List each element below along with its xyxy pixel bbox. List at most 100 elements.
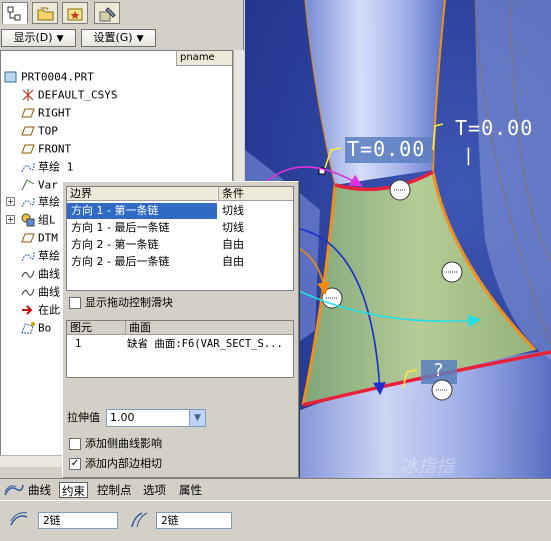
tree-item-curve-2[interactable]: 曲线 bbox=[21, 283, 60, 300]
boundary-cell: 方向 1 - 第一条链 bbox=[67, 203, 217, 219]
stretch-value-label: 拉伸值 bbox=[67, 411, 100, 424]
tab-constraints[interactable]: 约束 bbox=[59, 482, 88, 498]
watermark-text: 冰指指 bbox=[400, 456, 454, 477]
boundary-conditions-table: 边界 条件 方向 1 - 第一条链 切线 方向 1 - 最后一条链 切线 方向 … bbox=[66, 186, 294, 291]
tree-item-var-sweep[interactable]: Var bbox=[21, 176, 58, 193]
inner-edge-tangency-checkbox[interactable]: ✓ bbox=[69, 458, 81, 470]
column-header-boundary[interactable]: 边界 bbox=[67, 187, 217, 201]
model-tree-tab[interactable] bbox=[2, 2, 28, 24]
tree-item-curve-1[interactable]: 曲线 bbox=[21, 265, 60, 282]
table-row[interactable]: 方向 2 - 最后一条链 自由 bbox=[67, 254, 293, 271]
display-menu-label: 显示(D) bbox=[13, 31, 53, 44]
drag-handle bbox=[389, 179, 411, 201]
tree-item-top[interactable]: TOP bbox=[21, 122, 58, 139]
curve-influence-table: 图元 曲面 1 缺省 曲面:F6(VAR_SECT_S... bbox=[66, 320, 294, 378]
tree-item-label: Var bbox=[38, 178, 58, 192]
constraints-panel: 边界 条件 方向 1 - 第一条链 切线 方向 1 - 最后一条链 切线 方向 … bbox=[62, 181, 299, 478]
favorites-tab[interactable] bbox=[62, 2, 88, 24]
tree-item-sketch-2[interactable]: 草绘 bbox=[21, 193, 60, 210]
boundary-cell: 方向 1 - 最后一条链 bbox=[71, 221, 170, 234]
drag-handle bbox=[431, 379, 453, 401]
sketch-icon bbox=[21, 249, 35, 263]
part-icon bbox=[4, 70, 18, 84]
tree-item-label: 草绘 bbox=[38, 249, 60, 263]
t-value-label: T=0.00 bbox=[455, 116, 534, 140]
expand-toggle[interactable]: + bbox=[6, 215, 15, 224]
folder-browser-tab[interactable] bbox=[32, 2, 58, 24]
tree-item-label: DTM bbox=[38, 231, 58, 245]
tree-item-dtm[interactable]: DTM bbox=[21, 229, 58, 246]
tree-item-label: 草绘 bbox=[38, 195, 60, 209]
drag-handle bbox=[441, 261, 463, 283]
tree-item-label: TOP bbox=[38, 124, 58, 138]
datum-plane-icon bbox=[21, 124, 35, 138]
chevron-down-icon: ▼ bbox=[56, 34, 64, 44]
tree-item-label: 草绘 1 bbox=[38, 160, 74, 174]
dashboard-fields: 2链 2链 bbox=[0, 500, 551, 541]
column-header-surface[interactable]: 曲面 bbox=[125, 321, 293, 335]
sweep-icon bbox=[21, 178, 35, 192]
tree-item-label: 曲线 bbox=[38, 267, 60, 281]
tree-item-front[interactable]: FRONT bbox=[21, 140, 71, 157]
first-direction-chain-field[interactable]: 2链 bbox=[38, 512, 118, 529]
expand-toggle[interactable]: + bbox=[6, 197, 15, 206]
boundary-blend-icon bbox=[21, 321, 35, 335]
csys-icon bbox=[21, 88, 35, 102]
tab-curves[interactable]: 曲线 bbox=[28, 482, 51, 498]
sketch-icon bbox=[21, 195, 35, 209]
tree-item-sketch-3[interactable]: 草绘 bbox=[21, 247, 60, 264]
model-tree-icon bbox=[7, 6, 21, 21]
t-value-mark: ? bbox=[433, 360, 445, 381]
settings-menu-button[interactable]: 设置(G) ▼ bbox=[81, 29, 156, 47]
tree-item-label: PRT0004.PRT bbox=[21, 70, 94, 84]
tree-item-label: Bo bbox=[38, 321, 52, 335]
surface-cell[interactable]: 缺省 曲面:F6(VAR_SECT_S... bbox=[127, 336, 292, 352]
tab-options[interactable]: 选项 bbox=[143, 482, 166, 498]
tree-item-label: 曲线 bbox=[38, 285, 60, 299]
table-row[interactable]: 方向 1 - 第一条链 切线 bbox=[67, 203, 293, 220]
tree-item-root[interactable]: PRT0004.PRT bbox=[4, 68, 94, 85]
tree-item-right[interactable]: RIGHT bbox=[21, 104, 71, 121]
datum-plane-icon bbox=[21, 231, 35, 245]
condition-cell[interactable]: 切线 bbox=[219, 220, 289, 236]
tree-toolbar: 显示(D) ▼ 设置(G) ▼ bbox=[0, 27, 244, 49]
condition-cell[interactable]: 自由 bbox=[219, 237, 289, 253]
tree-item-group[interactable]: 组L bbox=[21, 211, 56, 228]
t-value-label: T=0.00 bbox=[347, 137, 426, 161]
table-row[interactable]: 方向 1 - 最后一条链 切线 bbox=[67, 220, 293, 237]
tree-item-label: 在此 bbox=[38, 303, 60, 317]
column-header-element[interactable]: 图元 bbox=[67, 321, 125, 335]
table-row[interactable]: 方向 2 - 第一条链 自由 bbox=[67, 237, 293, 254]
tab-properties[interactable]: 属性 bbox=[179, 482, 202, 498]
column-header-condition[interactable]: 条件 bbox=[218, 187, 293, 201]
stretch-value-dropdown[interactable]: 1.00 ▼ bbox=[106, 409, 206, 427]
insert-arrow-icon bbox=[21, 303, 35, 317]
element-cell[interactable]: 1 bbox=[75, 336, 115, 352]
tree-column-header[interactable]: pname bbox=[176, 51, 232, 66]
navigator-tabs bbox=[0, 0, 244, 26]
tools-tab[interactable] bbox=[94, 2, 120, 24]
tab-control-points[interactable]: 控制点 bbox=[97, 482, 132, 498]
tree-item-label: RIGHT bbox=[38, 106, 72, 120]
tree-item-csys[interactable]: DEFAULT_CSYS bbox=[21, 86, 117, 103]
condition-cell[interactable]: 切线 bbox=[219, 203, 289, 219]
favorites-folder-icon bbox=[67, 8, 83, 21]
tree-item-sketch-1[interactable]: 草绘 1 bbox=[21, 158, 73, 175]
chevron-down-icon[interactable]: ▼ bbox=[189, 410, 205, 426]
inner-edge-tangency-label: 添加内部边相切 bbox=[85, 457, 162, 470]
show-drag-handles-checkbox[interactable] bbox=[69, 297, 81, 309]
display-menu-button[interactable]: 显示(D) ▼ bbox=[1, 29, 76, 47]
boundary-cell: 方向 2 - 第一条链 bbox=[71, 238, 159, 251]
second-direction-chain-field[interactable]: 2链 bbox=[156, 512, 232, 529]
tools-icon bbox=[99, 7, 116, 22]
tree-item-boundary-blend[interactable]: Bo bbox=[21, 319, 51, 336]
datum-plane-icon bbox=[21, 142, 35, 156]
chain-start-marker bbox=[318, 167, 326, 175]
tree-item-insert-here[interactable]: 在此 bbox=[21, 301, 60, 318]
datum-plane-icon bbox=[21, 106, 35, 120]
condition-cell[interactable]: 自由 bbox=[219, 254, 289, 270]
chevron-down-icon: ▼ bbox=[136, 34, 144, 44]
side-curve-influence-checkbox[interactable] bbox=[69, 438, 81, 450]
t-value-cursor-mark: | bbox=[463, 145, 475, 166]
show-drag-handles-label: 显示拖动控制滑块 bbox=[85, 296, 173, 309]
